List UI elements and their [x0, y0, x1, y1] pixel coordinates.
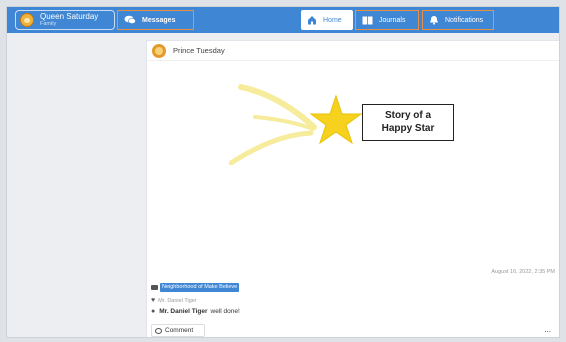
book-icon [362, 16, 373, 25]
home-label: Home [323, 16, 342, 24]
comment-button-label: Comment [165, 327, 194, 334]
story-title-line-2: Happy Star [381, 123, 435, 134]
comment-text: well done! [210, 308, 240, 315]
app-window: Queen Saturday Family Messages Home Jour… [6, 6, 560, 338]
story-title-box: Story of a Happy Star [362, 104, 454, 141]
messages-button[interactable]: Messages [117, 10, 194, 30]
likes-row: ♥ Mr. Daniel Tiger [151, 297, 197, 304]
post-author[interactable]: Prince Tuesday [173, 46, 225, 55]
tab-notifications[interactable]: Notifications [422, 10, 494, 30]
profile-avatar [20, 13, 34, 27]
notifications-label: Notifications [445, 16, 484, 24]
tab-journals[interactable]: Journals [355, 10, 419, 30]
comment-author: Mr. Daniel Tiger [159, 308, 208, 315]
journal-post-card: Prince Tuesday Story of a Happy Star Aug… [146, 40, 559, 337]
profile-name: Queen Saturday [40, 11, 99, 21]
tab-home[interactable]: Home [301, 10, 353, 30]
home-icon [307, 15, 317, 25]
journals-label: Journals [379, 16, 406, 24]
liked-by: Mr. Daniel Tiger [158, 297, 197, 304]
neighborhood-tag[interactable]: Neighborhood of Make Believe [160, 283, 240, 292]
folder-icon [151, 285, 158, 290]
chat-bubbles-icon [124, 15, 136, 25]
comment-bubble-icon: ● [151, 308, 156, 315]
bell-icon [429, 15, 439, 25]
profile-subtitle: Family [40, 20, 57, 27]
profile-switcher[interactable]: Queen Saturday Family [15, 10, 115, 30]
tag-row: Neighborhood of Make Believe [151, 282, 240, 293]
comment-button[interactable]: Comment [151, 324, 205, 337]
top-nav-bar: Queen Saturday Family Messages Home Jour… [7, 7, 559, 33]
story-title-line-1: Story of a [384, 110, 432, 121]
speech-bubble-icon [155, 327, 162, 334]
post-timestamp: August 16, 2022, 2:35 PM [491, 269, 555, 275]
messages-label: Messages [142, 16, 176, 24]
post-header: Prince Tuesday [147, 41, 559, 61]
more-options-button[interactable]: ... [544, 326, 551, 334]
heart-icon[interactable]: ♥ [151, 297, 155, 304]
author-avatar[interactable] [152, 43, 166, 58]
comment-item: ● Mr. Daniel Tiger well done! [151, 308, 240, 315]
profile-text: Queen Saturday Family [40, 11, 99, 28]
